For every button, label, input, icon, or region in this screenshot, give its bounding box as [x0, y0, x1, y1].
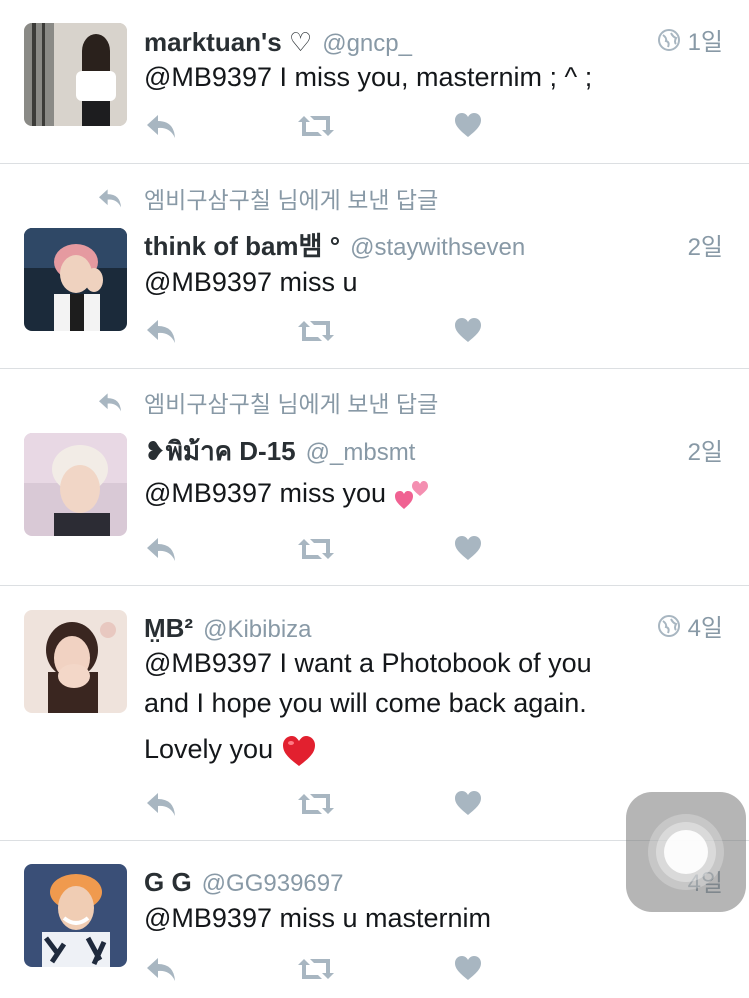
assistive-touch-dot	[664, 830, 708, 874]
heart-icon[interactable]	[454, 955, 482, 981]
tweet-text-line: @MB9397 I miss you, masternim ; ^ ;	[144, 62, 593, 92]
timestamp-text: 2일	[687, 439, 723, 466]
timestamp-text: 1일	[687, 29, 723, 56]
reply-icon	[99, 393, 121, 412]
tweet-header: marktuan's ♡ @gncp_ 1일	[144, 22, 723, 57]
avatar[interactable]	[24, 864, 127, 967]
tweet-text-line: @MB9397 miss u masternim	[144, 903, 492, 933]
tweet-text-line: @MB9397 miss you	[144, 473, 709, 513]
avatar[interactable]	[24, 433, 127, 536]
heart-icon[interactable]	[454, 112, 482, 138]
reply-context[interactable]: 엠비구삼구칠 님에게 보낸 답글	[96, 388, 439, 417]
user-handle[interactable]: @staywithseven	[350, 234, 525, 262]
retweet-icon[interactable]	[296, 790, 336, 818]
retweet-icon[interactable]	[296, 317, 336, 345]
timestamp-text: 4일	[687, 615, 723, 642]
display-name[interactable]: marktuan's ♡	[144, 27, 312, 58]
reply-icon	[99, 189, 121, 208]
timestamp: 2일	[688, 432, 723, 467]
retweet-icon[interactable]	[296, 112, 336, 140]
tweet-text-line: @MB9397 miss u	[144, 267, 358, 297]
timestamp-text: 2일	[687, 234, 723, 261]
globe-icon	[657, 28, 680, 51]
timestamp: 1일	[657, 22, 723, 57]
heart-icon[interactable]	[454, 535, 482, 561]
tweet-header: ❥พิม้าค D-15 @_mbsmt 2일	[144, 431, 723, 466]
avatar[interactable]	[24, 23, 127, 126]
reply-icon[interactable]	[144, 535, 178, 563]
tweet-2[interactable]: 엠비구삼구칠 님에게 보낸 답글 think of bam뱀 ° @staywi…	[0, 164, 749, 368]
retweet-icon[interactable]	[296, 955, 336, 983]
user-handle[interactable]: @GG939697	[202, 870, 344, 898]
tweet-header: think of bam뱀 ° @staywithseven 2일	[144, 226, 723, 261]
red-heart-emoji	[283, 735, 316, 766]
globe-icon	[657, 614, 680, 637]
assistive-touch-button[interactable]	[626, 792, 746, 912]
tweet-1[interactable]: marktuan's ♡ @gncp_ 1일 @MB9397 I miss yo…	[0, 0, 749, 163]
tweet-text-content: @MB9397 miss you	[144, 478, 386, 508]
tweet-text-content: Lovely you	[144, 734, 274, 764]
reply-icon[interactable]	[144, 112, 178, 140]
tweet-header: M̤B² @Kibibiza 4일	[144, 608, 723, 643]
user-handle[interactable]: @gncp_	[322, 30, 412, 58]
display-name[interactable]: think of bam뱀 °	[144, 226, 340, 263]
display-name[interactable]: M̤B²	[144, 613, 193, 644]
reply-context-text: 엠비구삼구칠 님에게 보낸 답글	[144, 391, 439, 417]
heart-icon[interactable]	[454, 317, 482, 343]
retweet-icon[interactable]	[296, 535, 336, 563]
two-hearts-emoji	[395, 480, 428, 509]
timestamp: 4일	[657, 608, 723, 643]
tweet-text-line: and I hope you will come back again.	[144, 688, 587, 718]
tweet-text-line: Lovely you	[144, 729, 709, 769]
reply-context[interactable]: 엠비구삼구칠 님에게 보낸 답글	[96, 184, 439, 213]
tweet-text: @MB9397 I miss you, masternim ; ^ ;	[144, 57, 709, 97]
display-name[interactable]: G G	[144, 867, 192, 898]
user-handle[interactable]: @Kibibiza	[203, 616, 311, 644]
avatar[interactable]	[24, 610, 127, 713]
tweet-text: @MB9397 miss u	[144, 262, 709, 302]
reply-icon[interactable]	[144, 790, 178, 818]
tweet-3[interactable]: 엠비구삼구칠 님에게 보낸 답글 ❥พิม้าค D-15 @_mbsmt 2일…	[0, 369, 749, 585]
user-handle[interactable]: @_mbsmt	[306, 439, 416, 467]
timestamp: 2일	[688, 227, 723, 262]
avatar[interactable]	[24, 228, 127, 331]
reply-icon[interactable]	[144, 317, 178, 345]
tweet-text-line: @MB9397 I want a Photobook of you	[144, 648, 592, 678]
display-name[interactable]: ❥พิม้าค D-15	[144, 431, 296, 472]
heart-icon[interactable]	[454, 790, 482, 816]
reply-context-text: 엠비구삼구칠 님에게 보낸 답글	[144, 187, 439, 213]
reply-icon[interactable]	[144, 955, 178, 983]
tweet-text: @MB9397 miss u masternim	[144, 898, 709, 938]
tweet-text: @MB9397 I want a Photobook of you and I …	[144, 643, 709, 769]
tweet-text: @MB9397 miss you	[144, 473, 709, 513]
